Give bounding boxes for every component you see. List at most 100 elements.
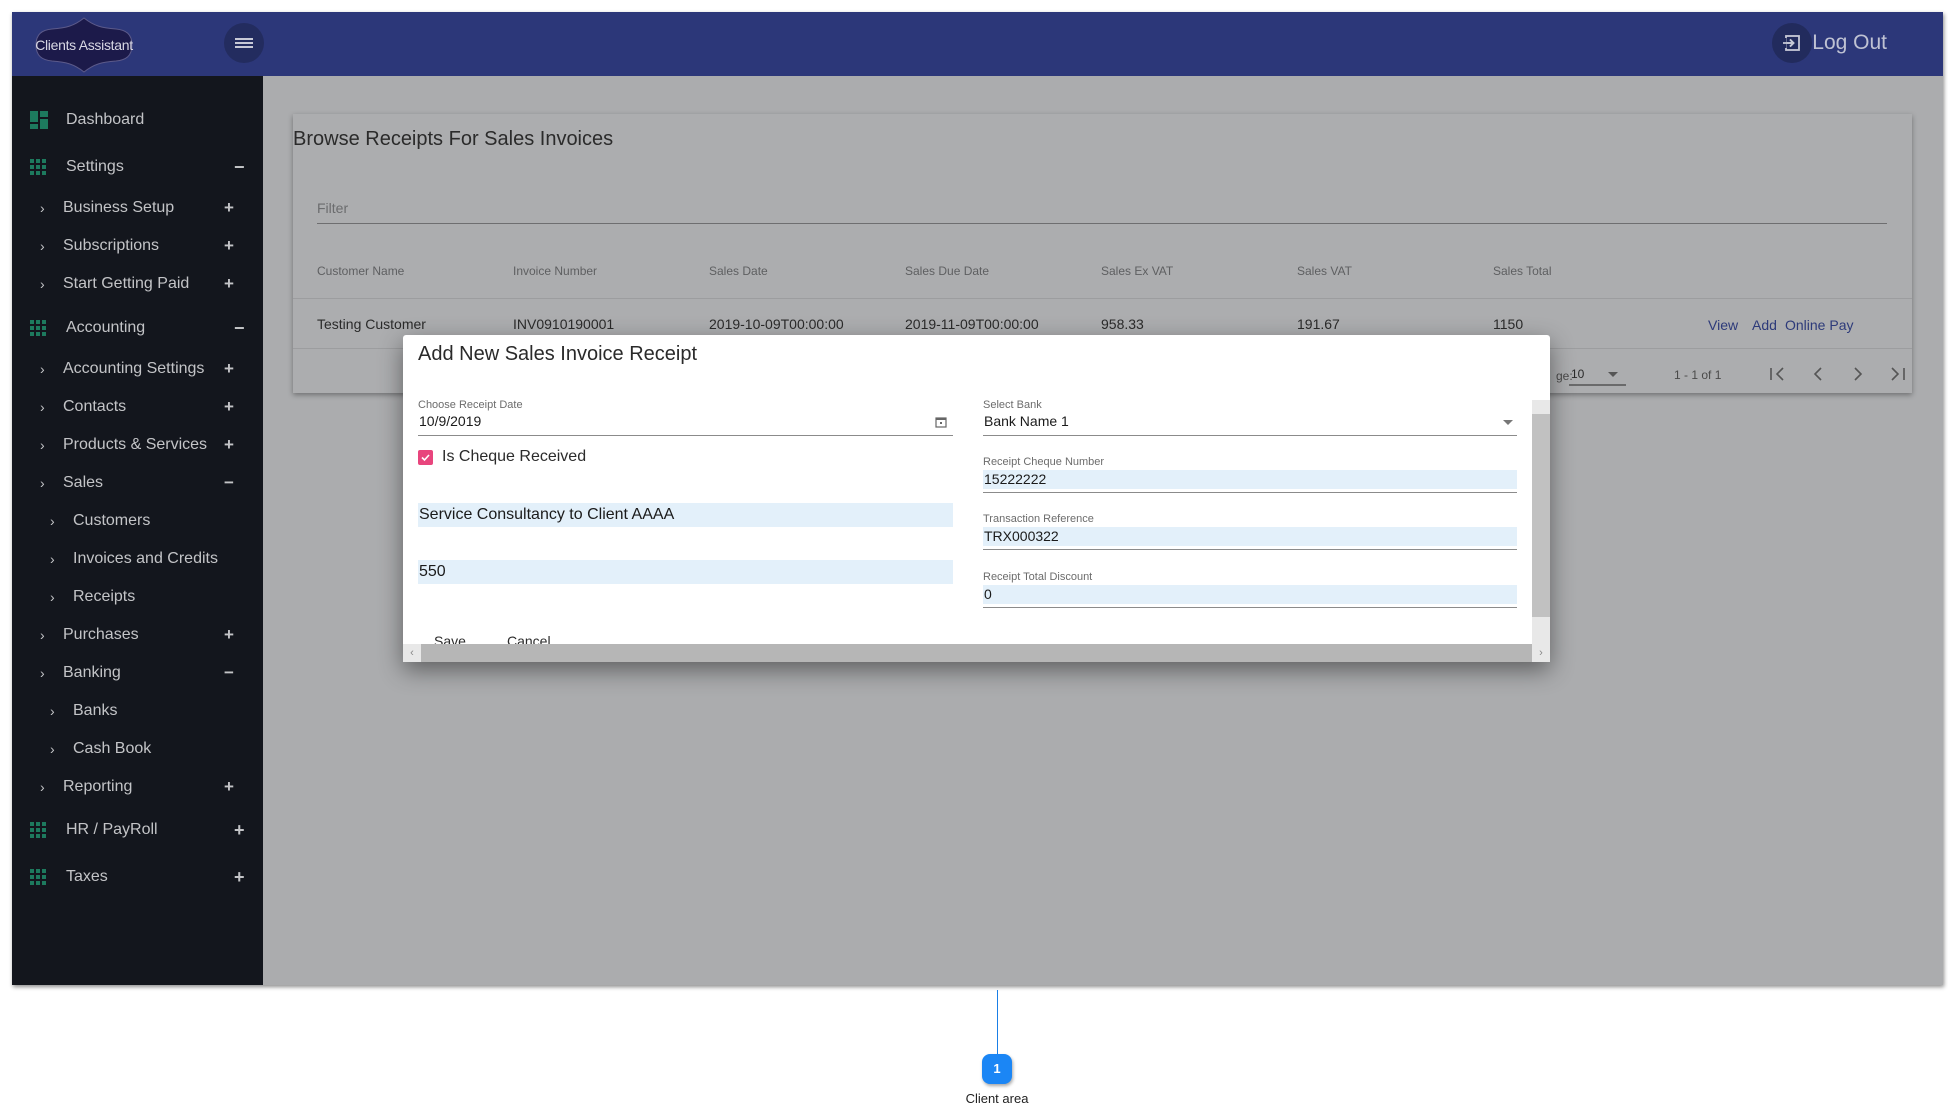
app-logo[interactable]: Clients Assistant	[30, 16, 138, 74]
expand-icon[interactable]: +	[224, 236, 234, 256]
sidebar-item-sales[interactable]: › Sales −	[12, 466, 263, 500]
sidebar-item-start-getting-paid[interactable]: › Start Getting Paid +	[12, 267, 263, 301]
cell-sales-date: 2019-10-09T00:00:00	[709, 316, 844, 332]
expand-icon[interactable]: +	[234, 820, 245, 841]
add-link[interactable]: Add	[1752, 317, 1777, 333]
column-header-sales-ex-vat[interactable]: Sales Ex VAT	[1101, 264, 1173, 278]
sidebar-item-label: Accounting	[66, 319, 146, 336]
page-title: Browse Receipts For Sales Invoices	[293, 128, 614, 150]
expand-icon[interactable]: +	[224, 777, 234, 797]
collapse-icon[interactable]: −	[234, 157, 245, 178]
first-page-button[interactable]	[1763, 362, 1793, 386]
sidebar-item-banking[interactable]: › Banking −	[12, 656, 263, 690]
receipt-date-value: 10/9/2019	[419, 413, 482, 429]
sidebar-item-label: Contacts	[63, 398, 127, 415]
sidebar-item-dashboard[interactable]: Dashboard	[12, 103, 263, 137]
expand-icon[interactable]: +	[224, 435, 234, 455]
expand-icon[interactable]: +	[224, 198, 234, 218]
collapse-icon[interactable]: −	[224, 663, 234, 683]
scroll-left-icon[interactable]: ‹	[403, 644, 421, 662]
sidebar-item-settings[interactable]: Settings −	[12, 150, 263, 184]
cell-sales-total: 1150	[1493, 316, 1524, 332]
sidebar-item-label: Business Setup	[63, 199, 175, 216]
column-header-sales-due-date[interactable]: Sales Due Date	[905, 264, 989, 278]
collapse-icon[interactable]: −	[234, 318, 245, 339]
column-header-sales-vat[interactable]: Sales VAT	[1297, 264, 1352, 278]
sidebar-item-purchases[interactable]: › Purchases +	[12, 618, 263, 652]
expand-icon[interactable]: +	[234, 867, 245, 888]
receipt-date-field[interactable]: 10/9/2019	[418, 410, 953, 436]
logout-button[interactable]: Log Out	[1772, 23, 1887, 63]
description-field[interactable]: Service Consultancy to Client AAAA	[418, 503, 953, 527]
amount-field[interactable]: 550	[418, 560, 953, 584]
expand-icon[interactable]: +	[224, 359, 234, 379]
chevron-right-icon: ›	[50, 703, 55, 719]
sidebar-item-label: Purchases	[63, 626, 139, 643]
bank-select[interactable]: Bank Name 1	[983, 410, 1517, 436]
filter-input[interactable]: Filter	[317, 192, 1887, 224]
collapse-icon[interactable]: −	[224, 473, 234, 493]
column-header-sales-total[interactable]: Sales Total	[1493, 264, 1551, 278]
expand-icon[interactable]: +	[224, 397, 234, 417]
logout-icon	[1772, 23, 1813, 63]
page-size-select[interactable]: 10	[1569, 362, 1626, 386]
total-discount-input[interactable]: 0	[983, 582, 1517, 608]
sidebar-item-label: Invoices and Credits	[73, 550, 218, 567]
description-value: Service Consultancy to Client AAAA	[419, 506, 675, 523]
view-link[interactable]: View	[1708, 317, 1738, 333]
horizontal-scrollbar[interactable]: ‹ ›	[403, 644, 1550, 662]
expand-icon[interactable]: +	[224, 274, 234, 294]
scroll-right-icon[interactable]: ›	[1532, 644, 1550, 662]
sidebar-item-reporting[interactable]: › Reporting +	[12, 770, 263, 804]
hamburger-icon	[235, 36, 253, 50]
page-range-label: 1 - 1 of 1	[1674, 368, 1722, 382]
sidebar-item-taxes[interactable]: Taxes +	[12, 860, 263, 894]
header-divider	[293, 298, 1912, 299]
apps-icon	[30, 320, 46, 336]
sidebar-item-accounting[interactable]: Accounting −	[12, 311, 263, 345]
filter-placeholder: Filter	[317, 200, 349, 216]
sidebar-item-products-services[interactable]: › Products & Services +	[12, 428, 263, 462]
callout-badge: 1	[982, 1054, 1012, 1084]
column-header-customer-name[interactable]: Customer Name	[317, 264, 404, 278]
add-receipt-dialog: Add New Sales Invoice Receipt Choose Rec…	[403, 335, 1550, 662]
menu-toggle-button[interactable]	[224, 23, 264, 63]
online-pay-link[interactable]: Online Pay	[1785, 317, 1853, 333]
sidebar-item-hr-payroll[interactable]: HR / PayRoll +	[12, 813, 263, 847]
sidebar-item-subscriptions[interactable]: › Subscriptions +	[12, 229, 263, 263]
chevron-right-icon: ›	[40, 627, 45, 643]
sidebar-item-contacts[interactable]: › Contacts +	[12, 390, 263, 424]
cheque-received-checkbox[interactable]: Is Cheque Received	[418, 448, 586, 466]
scrollbar-thumb[interactable]	[1532, 414, 1550, 617]
calendar-icon[interactable]	[935, 416, 947, 428]
apps-icon	[30, 869, 46, 885]
logo-text: Clients Assistant	[35, 37, 133, 53]
apps-icon	[30, 822, 46, 838]
sidebar-item-accounting-settings[interactable]: › Accounting Settings +	[12, 352, 263, 386]
expand-icon[interactable]: +	[224, 625, 234, 645]
vertical-scrollbar[interactable]	[1532, 400, 1550, 644]
cell-sales-ex-vat: 958.33	[1101, 316, 1144, 332]
cheque-number-input[interactable]: 15222222	[983, 467, 1517, 493]
previous-page-button[interactable]	[1803, 362, 1833, 386]
sidebar-item-cash-book[interactable]: › Cash Book	[12, 732, 263, 766]
app-window: Clients Assistant Log Out Dashboard Sett…	[12, 12, 1943, 985]
next-page-button[interactable]	[1843, 362, 1873, 386]
chevron-left-icon	[1813, 367, 1822, 381]
sidebar-item-invoices-credits[interactable]: › Invoices and Credits	[12, 542, 263, 576]
sidebar-item-receipts[interactable]: › Receipts	[12, 580, 263, 614]
column-header-invoice-number[interactable]: Invoice Number	[513, 264, 597, 278]
sidebar-item-business-setup[interactable]: › Business Setup +	[12, 191, 263, 225]
sidebar-item-banks[interactable]: › Banks	[12, 694, 263, 728]
transaction-reference-value: TRX000322	[984, 528, 1059, 544]
callout-label: Client area	[965, 1091, 1029, 1106]
column-header-sales-date[interactable]: Sales Date	[709, 264, 768, 278]
cell-sales-due-date: 2019-11-09T00:00:00	[905, 316, 1039, 332]
dialog-title: Add New Sales Invoice Receipt	[418, 343, 698, 365]
top-header: Clients Assistant Log Out	[12, 12, 1943, 76]
cell-customer-name: Testing Customer	[317, 316, 426, 332]
sidebar-item-label: Settings	[66, 158, 124, 175]
sidebar-item-customers[interactable]: › Customers	[12, 504, 263, 538]
last-page-button[interactable]	[1883, 362, 1913, 386]
transaction-reference-input[interactable]: TRX000322	[983, 524, 1517, 550]
